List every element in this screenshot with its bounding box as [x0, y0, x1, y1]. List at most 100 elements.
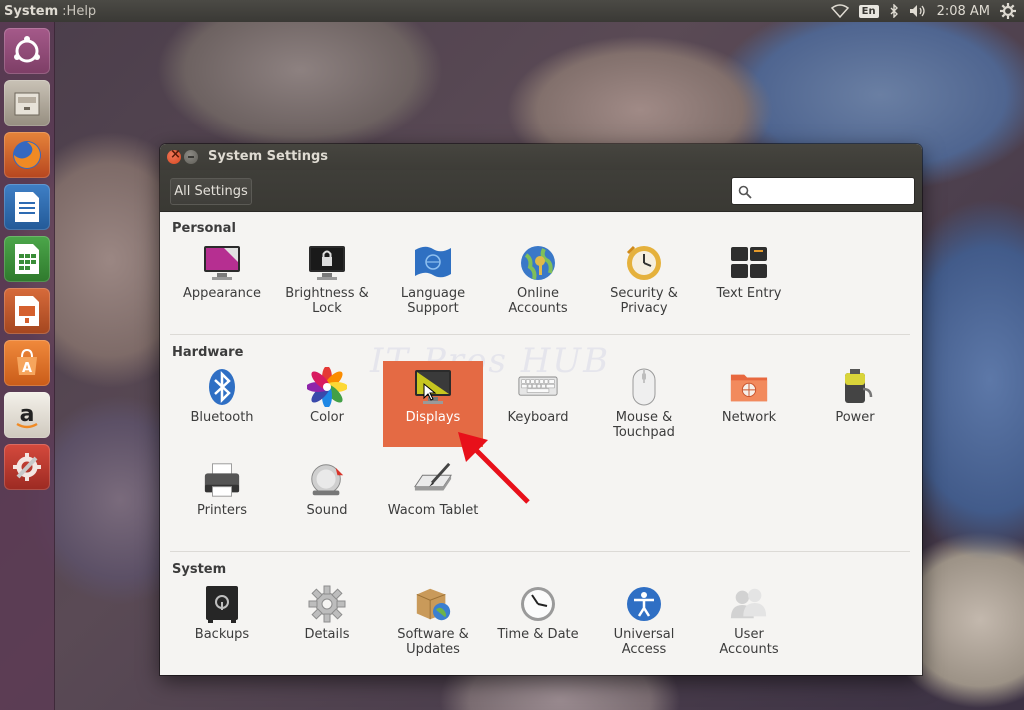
- power-item[interactable]: Power: [805, 361, 905, 447]
- clock-icon: [518, 584, 558, 624]
- security-clock-icon: [624, 243, 664, 283]
- item-label: Software & Updates: [397, 627, 469, 657]
- tablet-pen-icon: [413, 460, 453, 500]
- details-item[interactable]: Details: [277, 578, 377, 664]
- item-label: Bluetooth: [190, 410, 254, 425]
- printer-icon: [202, 460, 242, 500]
- display-monitor-icon: [413, 367, 453, 407]
- color-item[interactable]: Color: [277, 361, 377, 447]
- annotation-arrow: [458, 432, 530, 504]
- search-input[interactable]: [756, 181, 910, 201]
- section-divider: [170, 551, 910, 552]
- user-accounts-item[interactable]: User Accounts: [699, 578, 799, 664]
- libreoffice-impress-icon[interactable]: [4, 288, 50, 334]
- software-updates-item[interactable]: Software & Updates: [383, 578, 483, 664]
- item-label: Backups: [194, 627, 250, 642]
- item-label: User Accounts: [719, 627, 779, 657]
- close-button[interactable]: [167, 147, 181, 164]
- item-label: Network: [721, 410, 777, 425]
- safe-icon: [202, 584, 242, 624]
- gear-icon: [307, 584, 347, 624]
- keyboard-icon: [518, 367, 558, 407]
- wifi-icon[interactable]: [830, 4, 849, 18]
- online-accounts-icon: [518, 243, 558, 283]
- item-label: Printers: [196, 503, 248, 518]
- ubuntu-dash-icon[interactable]: [4, 28, 50, 74]
- speaker-icon: [307, 460, 347, 500]
- keyboard-layout-indicator[interactable]: En: [858, 4, 879, 18]
- universal-access-item[interactable]: Universal Access: [594, 578, 694, 664]
- item-label: Details: [304, 627, 350, 642]
- battery-plug-icon: [835, 367, 875, 407]
- ubuntu-software-center-icon[interactable]: A: [4, 340, 50, 386]
- section-title-system: System: [172, 562, 227, 577]
- users-icon: [729, 584, 769, 624]
- search-field[interactable]: [731, 177, 915, 205]
- firefox-icon[interactable]: [4, 132, 50, 178]
- settings-content: IT Pros HUB Personal Appearance Brightne…: [160, 213, 922, 675]
- item-label: Language Support: [400, 286, 466, 316]
- language-flag-icon: [413, 243, 453, 283]
- network-folder-icon: [729, 367, 769, 407]
- indicator-tray: En 2:08 AM: [830, 0, 1024, 22]
- mouse-icon: [624, 367, 664, 407]
- svg-text:A: A: [22, 361, 32, 376]
- printers-item[interactable]: Printers: [172, 454, 272, 540]
- mouse-touchpad-item[interactable]: Mouse & Touchpad: [594, 361, 694, 447]
- svg-text:a: a: [20, 402, 35, 427]
- appearance-item[interactable]: Appearance: [172, 237, 272, 323]
- item-label: Security & Privacy: [610, 286, 678, 316]
- item-label: Displays: [405, 410, 461, 425]
- bluetooth-icon: [202, 367, 242, 407]
- brightness-lock-item[interactable]: Brightness & Lock: [277, 237, 377, 323]
- item-label: Keyboard: [507, 410, 569, 425]
- item-label: Text Entry: [716, 286, 782, 301]
- security-privacy-item[interactable]: Security & Privacy: [594, 237, 694, 323]
- keyboard-keys-icon: [729, 243, 769, 283]
- package-globe-icon: [413, 584, 453, 624]
- clock[interactable]: 2:08 AM: [937, 4, 990, 19]
- item-label: Universal Access: [613, 627, 675, 657]
- libreoffice-calc-icon[interactable]: [4, 236, 50, 282]
- menu-help-label: Help: [66, 3, 97, 19]
- item-label: Appearance: [182, 286, 262, 301]
- libreoffice-writer-icon[interactable]: [4, 184, 50, 230]
- section-title-hardware: Hardware: [172, 345, 244, 360]
- gear-icon[interactable]: [1000, 3, 1016, 19]
- item-label: Color: [310, 410, 344, 425]
- toolbar: All Settings: [160, 170, 922, 212]
- language-support-item[interactable]: Language Support: [383, 237, 483, 323]
- launcher: A a: [0, 22, 55, 710]
- online-accounts-item[interactable]: Online Accounts: [488, 237, 588, 323]
- section-title-personal: Personal: [172, 221, 236, 236]
- bluetooth-item[interactable]: Bluetooth: [172, 361, 272, 447]
- bluetooth-icon[interactable]: [889, 4, 899, 18]
- menu-help[interactable]: :Help: [62, 4, 96, 19]
- item-label: Brightness & Lock: [285, 286, 369, 316]
- all-settings-button[interactable]: All Settings: [170, 178, 252, 205]
- search-icon: [738, 184, 752, 203]
- item-label: Online Accounts: [508, 286, 568, 316]
- item-label: Mouse & Touchpad: [613, 410, 675, 440]
- accessibility-icon: [624, 584, 664, 624]
- item-label: Power: [835, 410, 875, 425]
- system-settings-window: System Settings All Settings IT Pros HUB…: [160, 144, 922, 675]
- sound-item[interactable]: Sound: [277, 454, 377, 540]
- minimize-button[interactable]: [184, 150, 198, 164]
- appearance-icon: [202, 243, 242, 283]
- time-date-item[interactable]: Time & Date: [488, 578, 588, 664]
- top-panel: System :Help En 2:08 AM: [0, 0, 1024, 22]
- item-label: Time & Date: [497, 627, 579, 642]
- window-titlebar[interactable]: System Settings: [160, 144, 922, 170]
- files-icon[interactable]: [4, 80, 50, 126]
- system-settings-launcher-icon[interactable]: [4, 444, 50, 490]
- backups-item[interactable]: Backups: [172, 578, 272, 664]
- network-item[interactable]: Network: [699, 361, 799, 447]
- section-divider: [170, 334, 910, 335]
- volume-icon[interactable]: [909, 4, 927, 18]
- item-label: Sound: [306, 503, 348, 518]
- lock-screen-icon: [307, 243, 347, 283]
- window-title: System Settings: [208, 149, 329, 164]
- text-entry-item[interactable]: Text Entry: [699, 237, 799, 323]
- amazon-icon[interactable]: a: [4, 392, 50, 438]
